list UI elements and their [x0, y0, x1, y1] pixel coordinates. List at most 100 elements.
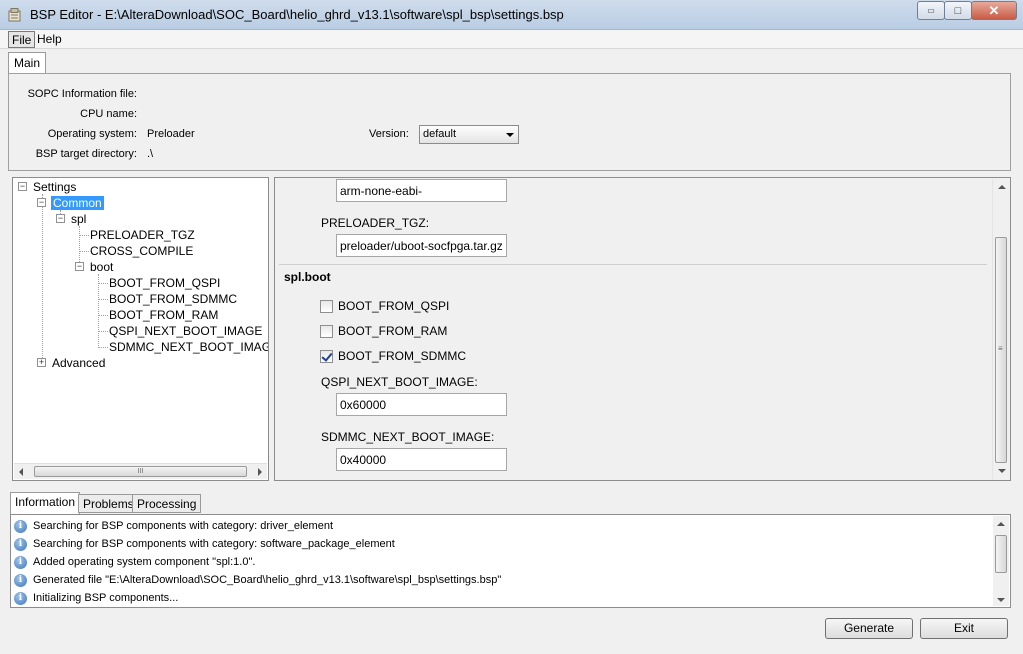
- scrollbar-thumb[interactable]: ≡: [995, 237, 1007, 463]
- info-icon: i: [14, 537, 27, 551]
- properties-panel: arm-none-eabi- PRELOADER_TGZ: preloader/…: [274, 177, 1011, 481]
- tree-connector: [98, 283, 108, 284]
- preloader-tgz-field[interactable]: preloader/uboot-socfpga.tar.gz: [336, 234, 507, 257]
- cpu-name-label: CPU name:: [80, 108, 137, 120]
- tree-connector: [79, 235, 89, 236]
- qspi-next-boot-image-field[interactable]: 0x60000: [336, 393, 507, 416]
- collapse-icon[interactable]: −: [18, 182, 27, 191]
- minimize-button[interactable]: ▭: [917, 1, 945, 20]
- tree-node-settings[interactable]: Settings: [33, 180, 76, 194]
- maximize-button[interactable]: □: [944, 1, 972, 20]
- scrollbar-grip: ≡: [998, 344, 1003, 353]
- maximize-icon: □: [954, 4, 962, 17]
- message-text: Searching for BSP components with catego…: [33, 538, 395, 550]
- tab-main[interactable]: Main: [8, 52, 47, 74]
- qspi-next-boot-image-label: QSPI_NEXT_BOOT_IMAGE:: [321, 375, 478, 389]
- window-controls: ▭ □ ✕: [917, 1, 1017, 20]
- collapse-icon[interactable]: −: [56, 214, 65, 223]
- properties-vertical-scrollbar[interactable]: ≡: [992, 179, 1009, 479]
- tree-node-advanced[interactable]: Advanced: [52, 356, 105, 370]
- tree-node-qspi-next-boot-image[interactable]: QSPI_NEXT_BOOT_IMAGE: [109, 324, 262, 338]
- scroll-up-icon[interactable]: [997, 522, 1005, 526]
- collapse-icon[interactable]: −: [75, 262, 84, 271]
- scroll-right-icon[interactable]: [258, 468, 262, 476]
- tree-node-sdmmc-next-boot-image[interactable]: SDMMC_NEXT_BOOT_IMAGE: [109, 340, 268, 354]
- tree-node-boot-from-ram[interactable]: BOOT_FROM_RAM: [109, 308, 218, 322]
- boot-from-ram-checkbox[interactable]: [320, 324, 333, 338]
- tab-information[interactable]: Information: [10, 492, 81, 514]
- tree-horizontal-scrollbar[interactable]: III: [14, 463, 267, 479]
- operating-system-value: Preloader: [147, 128, 195, 140]
- version-dropdown[interactable]: default: [419, 125, 519, 144]
- tree-node-boot-from-sdmmc[interactable]: BOOT_FROM_SDMMC: [109, 292, 237, 306]
- expand-icon[interactable]: +: [37, 358, 46, 367]
- exit-button[interactable]: Exit: [920, 618, 1008, 639]
- chevron-down-icon: [506, 133, 514, 137]
- tree-connector: [79, 226, 80, 266]
- boot-from-qspi-label: BOOT_FROM_QSPI: [338, 299, 450, 313]
- tree-node-spl[interactable]: spl: [71, 212, 86, 226]
- preloader-tgz-value: preloader/uboot-socfpga.tar.gz: [340, 239, 503, 253]
- minimize-icon: ▭: [927, 6, 935, 15]
- message-list: i Searching for BSP components with cate…: [10, 514, 1011, 608]
- generate-button[interactable]: Generate: [825, 618, 913, 639]
- app-icon: [8, 8, 21, 22]
- tree-node-cross-compile[interactable]: CROSS_COMPILE: [90, 244, 193, 258]
- tree-connector: [42, 194, 43, 364]
- message-text: Generated file "E:\AlteraDownload\SOC_Bo…: [33, 574, 502, 586]
- boot-from-sdmmc-label: BOOT_FROM_SDMMC: [338, 349, 467, 363]
- group-divider: [279, 264, 987, 265]
- menu-bar: File Help: [0, 30, 1023, 49]
- tree-node-boot[interactable]: boot: [90, 260, 113, 274]
- title-bar[interactable]: BSP Editor - E:\AlteraDownload\SOC_Board…: [0, 0, 1023, 30]
- sopc-info-label: SOPC Information file:: [27, 88, 137, 100]
- cross-compile-field[interactable]: arm-none-eabi-: [336, 179, 507, 202]
- list-item: i Added operating system component "spl:…: [14, 553, 255, 571]
- message-text: Searching for BSP components with catego…: [33, 520, 334, 532]
- scrollbar-thumb[interactable]: III: [34, 466, 247, 477]
- close-button[interactable]: ✕: [971, 1, 1017, 20]
- list-item: i Searching for BSP components with cate…: [14, 517, 333, 535]
- close-icon: ✕: [988, 2, 1000, 18]
- scroll-down-icon[interactable]: [998, 469, 1006, 473]
- scrollbar-thumb[interactable]: [995, 535, 1007, 573]
- tree-connector: [98, 347, 108, 348]
- tree-connector: [98, 274, 99, 346]
- boot-from-sdmmc-checkbox[interactable]: [320, 349, 333, 363]
- scroll-left-icon[interactable]: [19, 468, 23, 476]
- message-vertical-scrollbar[interactable]: [993, 516, 1009, 606]
- boot-from-ram-label: BOOT_FROM_RAM: [338, 324, 448, 338]
- bsp-target-dir-value: .\: [147, 148, 154, 160]
- window-title: BSP Editor - E:\AlteraDownload\SOC_Board…: [30, 7, 564, 22]
- tree-node-common[interactable]: Common: [51, 196, 104, 210]
- preloader-tgz-label: PRELOADER_TGZ:: [321, 216, 430, 230]
- tree-node-boot-from-qspi[interactable]: BOOT_FROM_QSPI: [109, 276, 220, 290]
- menu-file[interactable]: File: [8, 31, 36, 48]
- settings-tree: − Settings − Common − spl PRELOADER_TGZ …: [12, 177, 269, 481]
- scroll-up-icon[interactable]: [998, 185, 1006, 189]
- boot-from-ram-checkbox-row[interactable]: BOOT_FROM_RAM: [320, 324, 447, 338]
- list-item: i Initializing BSP components...: [14, 589, 178, 607]
- boot-from-qspi-checkbox-row[interactable]: BOOT_FROM_QSPI: [320, 299, 449, 313]
- info-icon: i: [14, 519, 27, 533]
- group-title-spl-boot: spl.boot: [284, 270, 331, 284]
- sdmmc-next-boot-image-field[interactable]: 0x40000: [336, 448, 507, 471]
- tab-problems[interactable]: Problems: [78, 494, 139, 513]
- info-icon: i: [14, 591, 27, 605]
- boot-from-qspi-checkbox[interactable]: [320, 299, 333, 313]
- message-text: Added operating system component "spl:1.…: [33, 556, 256, 568]
- tree-connector: [98, 331, 108, 332]
- tab-processing[interactable]: Processing: [132, 494, 202, 513]
- tree-node-preloader-tgz[interactable]: PRELOADER_TGZ: [90, 228, 195, 242]
- list-item: i Generated file "E:\AlteraDownload\SOC_…: [14, 571, 501, 589]
- boot-from-sdmmc-checkbox-row[interactable]: BOOT_FROM_SDMMC: [320, 349, 466, 363]
- version-value: default: [423, 128, 457, 140]
- bsp-target-dir-label: BSP target directory:: [35, 148, 137, 160]
- sdmmc-next-boot-image-label: SDMMC_NEXT_BOOT_IMAGE:: [321, 430, 495, 444]
- scroll-down-icon[interactable]: [997, 598, 1005, 602]
- menu-help[interactable]: Help: [34, 31, 65, 48]
- version-label: Version:: [369, 128, 409, 140]
- tree-connector: [98, 315, 108, 316]
- list-item: i Searching for BSP components with cate…: [14, 535, 395, 553]
- collapse-icon[interactable]: −: [37, 198, 46, 207]
